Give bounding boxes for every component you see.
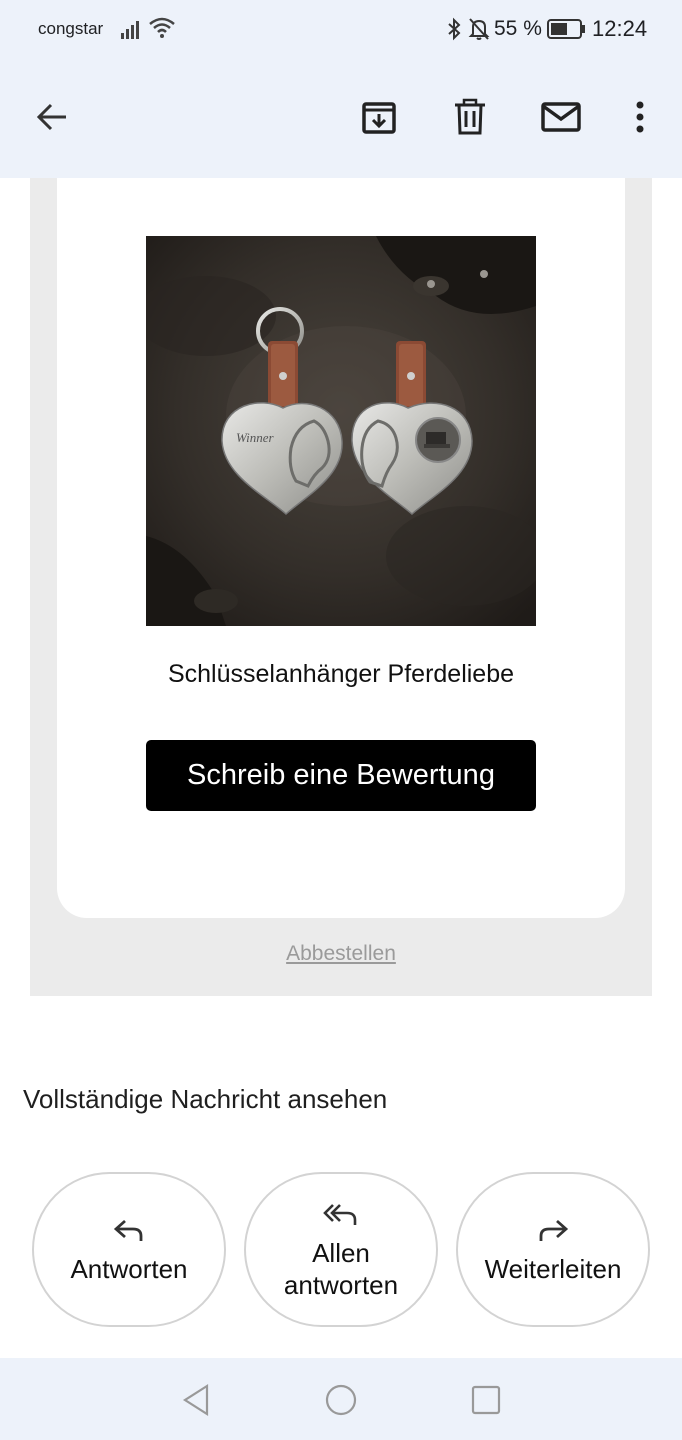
- delete-button[interactable]: [446, 93, 494, 141]
- reply-all-label-line2: antworten: [283, 1269, 399, 1300]
- forward-label: Weiterleiten: [484, 1253, 622, 1284]
- reply-all-label: Allen antworten: [284, 1237, 398, 1301]
- carrier-label: congstar: [38, 19, 104, 38]
- product-title: Schlüsselanhänger Pferdeliebe: [167, 660, 515, 688]
- forward-button[interactable]: Weiterleiten: [456, 1172, 650, 1327]
- delete-icon: [455, 98, 485, 135]
- system-nav-bar: [0, 1358, 682, 1440]
- battery-percentage: 55 %: [494, 17, 542, 40]
- mark-unread-button[interactable]: [537, 93, 585, 141]
- clock: 12:24: [592, 16, 648, 41]
- more-vert-icon: [636, 101, 644, 133]
- reply-all-button[interactable]: Allen antworten: [244, 1172, 438, 1327]
- notifications-off-icon: [468, 17, 490, 46]
- status-bar: congstar 55 % 12:24: [0, 0, 682, 60]
- back-arrow-icon: [36, 103, 66, 131]
- reply-all-label-line1: Allen: [312, 1237, 370, 1268]
- nav-home-icon: [325, 1384, 357, 1416]
- svg-text:Winner: Winner: [236, 430, 274, 445]
- reply-button[interactable]: Antworten: [32, 1172, 226, 1327]
- reply-all-icon: [323, 1199, 359, 1229]
- nav-home-button[interactable]: [321, 1380, 361, 1420]
- unsubscribe-link[interactable]: Abbestellen: [30, 942, 652, 966]
- screen: congstar 55 % 12:24 Winner Schlüsselanhä…: [0, 0, 682, 1440]
- mark-unread-icon: [541, 102, 581, 132]
- battery-icon: [547, 19, 587, 44]
- product-image[interactable]: Winner: [146, 236, 536, 626]
- nav-recents-button[interactable]: [466, 1380, 506, 1420]
- nav-back-button[interactable]: [176, 1380, 216, 1420]
- reply-icon: [113, 1215, 145, 1245]
- back-button[interactable]: [28, 93, 76, 141]
- more-options-button[interactable]: [616, 93, 664, 141]
- archive-button[interactable]: [355, 93, 403, 141]
- view-full-message-link[interactable]: Vollständige Nachricht ansehen: [23, 1084, 387, 1115]
- app-bar: [0, 60, 682, 178]
- bluetooth-icon: [444, 17, 464, 46]
- archive-icon: [362, 102, 396, 134]
- write-review-button[interactable]: Schreib eine Bewertung: [146, 740, 536, 811]
- wifi-icon: [148, 16, 176, 45]
- nav-back-icon: [182, 1383, 209, 1417]
- reply-label: Antworten: [70, 1253, 188, 1284]
- nav-recents-icon: [471, 1385, 501, 1415]
- forward-icon: [537, 1215, 569, 1245]
- signal-icon: [120, 18, 144, 45]
